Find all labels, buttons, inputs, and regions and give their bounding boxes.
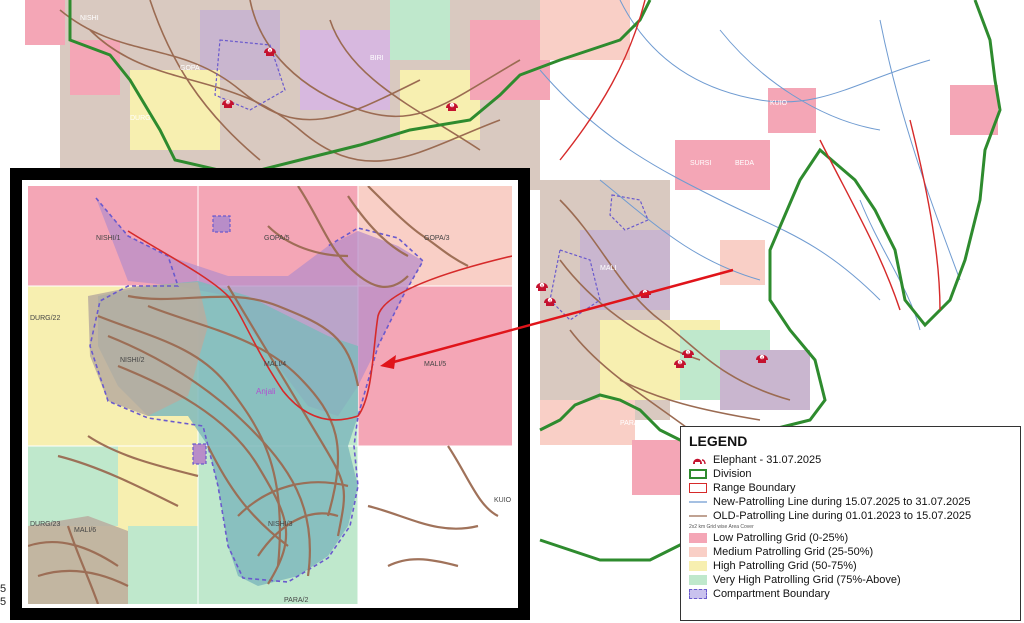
legend-note: 2x2 km Grid wise Area Cover: [689, 524, 754, 530]
legend-row-high: High Patrolling Grid (50-75%): [689, 559, 1012, 573]
inset-grid-label-3: GOPA/3: [424, 235, 450, 242]
inset-grid-label-12: MALI/6: [74, 527, 96, 534]
grid-label-2: GOPA: [180, 65, 200, 72]
inset-grid-label-10: PARA/2: [284, 597, 308, 604]
inset-grid-label-9: NISHI/3: [268, 521, 293, 528]
new-line-swatch: [689, 501, 707, 503]
legend-row-new-line: New-Patrolling Line during 15.07.2025 to…: [689, 495, 1012, 509]
inset-grid-label-6: MALI/4: [264, 361, 286, 368]
grid-label-9: PARA: [620, 420, 639, 427]
inset-grid-label-4: DURG/22: [30, 315, 60, 322]
legend-panel: LEGEND Elephant - 31.07.2025 Division Ra…: [680, 426, 1021, 621]
grid-label-5: MALI: [600, 265, 616, 272]
grid-label-7: SURSI: [690, 160, 711, 167]
elephant-count: 3: [687, 351, 689, 355]
legend-label-high: High Patrolling Grid (50-75%): [713, 560, 857, 572]
legend-label-low: Low Patrolling Grid (0-25%): [713, 532, 849, 544]
grid-label-8: BEDA: [735, 160, 754, 167]
inset-grid-label-11: KUIO: [494, 497, 512, 504]
elephant-count: 10: [226, 101, 230, 105]
very-high-swatch: [689, 575, 707, 585]
legend-title: LEGEND: [689, 433, 748, 449]
legend-label-medium: Medium Patrolling Grid (25-50%): [713, 546, 874, 558]
low-swatch: [689, 533, 707, 543]
legend-label-very-high: Very High Patrolling Grid (75%-Above): [713, 574, 901, 586]
inset-grid-label-1: NISHI/1: [96, 235, 121, 242]
inset-grid-label-5: NISHI/2: [120, 357, 145, 364]
old-line-swatch: [689, 515, 707, 517]
legend-row-very-high: Very High Patrolling Grid (75%-Above): [689, 573, 1012, 587]
inset-place-label: Anjali: [256, 387, 276, 396]
legend-label-old-line: OLD-Patrolling Line during 01.01.2023 to…: [713, 510, 972, 522]
legend-row-old-line: OLD-Patrolling Line during 01.01.2023 to…: [689, 509, 1012, 523]
grid-label-6: KUIO: [770, 100, 788, 107]
elephant-count: 5: [679, 361, 681, 365]
frame-text-2: 5: [0, 596, 7, 608]
range-swatch: [689, 483, 707, 493]
legend-row-elephant: Elephant - 31.07.2025: [689, 453, 1012, 467]
elephant-count: 9: [269, 49, 271, 53]
legend-row-division: Division: [689, 467, 1012, 481]
elephant-count: 4: [761, 356, 763, 360]
frame-edge-text: 5 5: [0, 583, 6, 609]
legend-row-low: Low Patrolling Grid (0-25%): [689, 531, 1012, 545]
legend-label-compartment: Compartment Boundary: [713, 588, 830, 600]
legend-row-compartment: Compartment Boundary: [689, 587, 1012, 601]
elephant-count: 4: [549, 299, 551, 303]
legend-row-range: Range Boundary: [689, 481, 1012, 495]
legend-label-division: Division: [713, 468, 752, 480]
compartment-swatch: [689, 589, 707, 599]
legend-label-new-line: New-Patrolling Line during 15.07.2025 to…: [713, 496, 971, 508]
high-swatch: [689, 561, 707, 571]
grid-label-3: DURG: [130, 115, 151, 122]
inset-grid-label-2: GOPA/5: [264, 235, 290, 242]
inset-grid-label-8: DURG/23: [30, 521, 60, 528]
elephant-icon: [693, 458, 706, 465]
grid-label-1: NISHI: [80, 15, 99, 22]
inset-map[interactable]: NISHI/1 GOPA/5 GOPA/3 DURG/22 NISHI/2 MA…: [10, 168, 530, 620]
legend-label-elephant: Elephant - 31.07.2025: [713, 454, 822, 466]
legend-row-medium: Medium Patrolling Grid (25-50%): [689, 545, 1012, 559]
frame-text-1: 5: [0, 583, 7, 595]
grid-label-4: BIRI: [370, 55, 384, 62]
elephant-count: 1: [451, 104, 453, 108]
legend-label-range: Range Boundary: [713, 482, 796, 494]
division-swatch: [689, 469, 707, 479]
medium-swatch: [689, 547, 707, 557]
elephant-count: 5: [541, 284, 543, 288]
inset-grid-label-7: MALI/5: [424, 361, 446, 368]
